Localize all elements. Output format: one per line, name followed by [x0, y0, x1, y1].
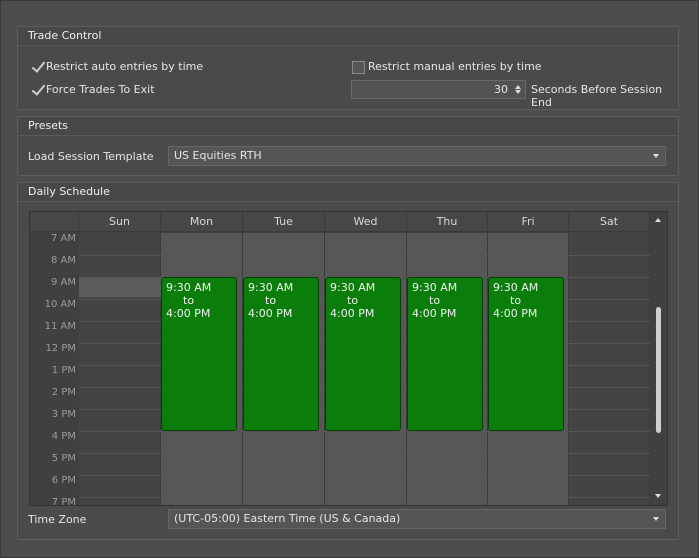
time-label: 7 AM	[50, 233, 76, 244]
scroll-up-icon[interactable]	[655, 218, 661, 222]
daily-schedule-header: Daily Schedule	[18, 183, 678, 202]
event-end: 4:00 PM	[166, 307, 211, 320]
event-sep: to	[265, 294, 277, 307]
session-block-fri[interactable]: 9:30 AM to 4:00 PM	[488, 277, 564, 431]
time-zone-dropdown[interactable]: (UTC-05:00) Eastern Time (US & Canada)	[168, 509, 666, 529]
event-start: 9:30 AM	[330, 281, 376, 294]
seconds-label: Seconds Before Session End	[531, 83, 663, 109]
event-end: 4:00 PM	[330, 307, 375, 320]
day-column-sat[interactable]	[569, 233, 650, 505]
event-start: 9:30 AM	[248, 281, 294, 294]
day-header-fri: Fri	[488, 212, 569, 232]
session-block-wed[interactable]: 9:30 AM to 4:00 PM	[325, 277, 401, 431]
scroll-down-icon[interactable]	[655, 494, 661, 498]
time-zone-value: (UTC-05:00) Eastern Time (US & Canada)	[174, 512, 401, 525]
day-header-wed: Wed	[325, 212, 407, 232]
chevron-down-icon	[653, 517, 659, 521]
spin-up-icon[interactable]	[515, 85, 521, 89]
spin-down-icon[interactable]	[515, 90, 521, 94]
time-label: 8 AM	[50, 255, 76, 266]
event-end: 4:00 PM	[412, 307, 457, 320]
event-sep: to	[347, 294, 359, 307]
hour-gridline	[79, 453, 650, 454]
presets-header: Presets	[18, 117, 678, 136]
day-header-thu: Thu	[407, 212, 488, 232]
hour-gridline	[79, 497, 650, 498]
event-sep: to	[183, 294, 195, 307]
presets-section: Presets Load Session Template US Equitie…	[17, 116, 679, 176]
restrict-auto-label: Restrict auto entries by time	[46, 60, 204, 73]
time-label: 5 PM	[51, 453, 76, 464]
time-label: 7 PM	[51, 497, 76, 506]
hour-gridline	[79, 431, 650, 432]
template-label: Load Session Template	[28, 150, 154, 163]
restrict-auto-checkbox[interactable]	[30, 60, 44, 74]
event-sep: to	[510, 294, 522, 307]
time-label: 12 PM	[45, 343, 76, 354]
trade-control-header: Trade Control	[18, 27, 678, 46]
day-header-mon: Mon	[161, 212, 243, 232]
force-trades-label: Force Trades To Exit	[46, 83, 155, 96]
time-gutter-header	[30, 212, 79, 232]
scroll-thumb[interactable]	[656, 307, 661, 433]
calendar-scrollbar[interactable]	[650, 212, 667, 505]
time-label: 1 PM	[51, 365, 76, 376]
trade-control-section: Trade Control Restrict auto entries by t…	[17, 26, 679, 110]
schedule-calendar[interactable]: Sun Mon Tue Wed Thu Fri Sat 7 AM 8 AM 9 …	[29, 211, 668, 506]
event-start: 9:30 AM	[493, 281, 539, 294]
event-end: 4:00 PM	[493, 307, 538, 320]
time-label: 6 PM	[51, 475, 76, 486]
time-label: 4 PM	[51, 431, 76, 442]
session-template-dropdown[interactable]: US Equities RTH	[168, 146, 666, 166]
seconds-stepper[interactable]: 30	[351, 80, 526, 99]
day-header-tue: Tue	[243, 212, 325, 232]
selected-time-slot	[79, 277, 161, 297]
event-end: 4:00 PM	[248, 307, 293, 320]
time-label: 3 PM	[51, 409, 76, 420]
seconds-value: 30	[494, 83, 508, 96]
day-column-sun[interactable]	[79, 233, 161, 505]
day-header-sun: Sun	[79, 212, 161, 232]
session-template-value: US Equities RTH	[174, 149, 262, 162]
hour-gridline	[79, 255, 650, 256]
session-block-thu[interactable]: 9:30 AM to 4:00 PM	[407, 277, 483, 431]
day-header-sat: Sat	[569, 212, 650, 232]
time-label: 9 AM	[50, 277, 76, 288]
time-zone-label: Time Zone	[28, 513, 87, 526]
force-trades-checkbox[interactable]	[30, 83, 44, 97]
hour-gridline	[79, 475, 650, 476]
time-label: 2 PM	[51, 387, 76, 398]
event-sep: to	[429, 294, 441, 307]
restrict-manual-checkbox[interactable]	[352, 61, 365, 74]
time-label: 10 AM	[44, 299, 76, 310]
time-label: 11 AM	[44, 321, 76, 332]
restrict-manual-label: Restrict manual entries by time	[368, 60, 542, 73]
session-block-mon[interactable]: 9:30 AM to 4:00 PM	[161, 277, 237, 431]
event-start: 9:30 AM	[412, 281, 458, 294]
session-block-tue[interactable]: 9:30 AM to 4:00 PM	[243, 277, 319, 431]
event-start: 9:30 AM	[166, 281, 212, 294]
chevron-down-icon	[653, 154, 659, 158]
